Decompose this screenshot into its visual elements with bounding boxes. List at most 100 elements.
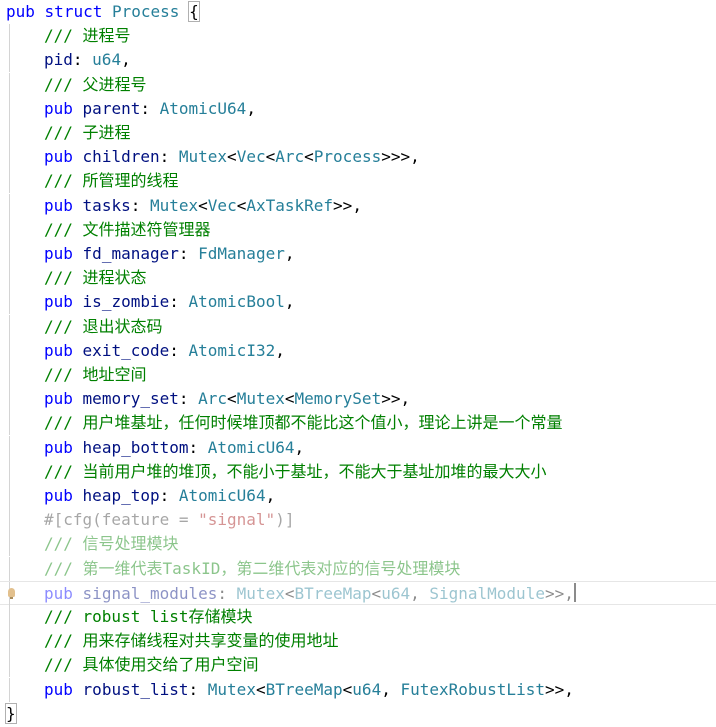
code-token: < (371, 583, 382, 603)
code-token: FdManager (198, 244, 285, 263)
indent-guide (9, 363, 10, 387)
code-token: , (410, 583, 430, 603)
code-line[interactable]: pub struct Process { (0, 0, 716, 24)
indent-guide (9, 387, 10, 412)
indent-guide (9, 508, 10, 533)
indent-guide (9, 411, 10, 436)
code-line[interactable]: pub is_zombie: AtomicBool, (0, 290, 716, 315)
code-line[interactable]: pub children: Mutex<Vec<Arc<Process>>>, (0, 145, 716, 170)
code-token: SignalModule (429, 583, 545, 603)
code-token: : (178, 244, 199, 263)
indent-guide (9, 435, 10, 460)
indent-guide (9, 556, 10, 581)
code-line[interactable]: pub tasks: Mutex<Vec<AxTaskRef>>, (0, 193, 716, 218)
code-token: children (82, 147, 160, 167)
indent-guide (9, 629, 10, 654)
code-line[interactable]: pub memory_set: Arc<Mutex<MemorySet>>, (0, 387, 716, 412)
code-text: } (5, 702, 17, 726)
code-line[interactable]: pid: u64, (0, 48, 716, 73)
code-line[interactable]: pub signal_modules: Mutex<BTreeMap<u64, … (0, 580, 716, 606)
code-text: /// 文件描述符管理器 (44, 218, 211, 242)
code-line[interactable]: #[cfg(feature = "signal")] (0, 508, 716, 533)
code-line[interactable]: /// 第一维代表TaskID，第二维代表对应的信号处理模块 (0, 556, 716, 581)
code-line[interactable]: /// 文件描述符管理器 (0, 217, 716, 242)
code-token: "signal" (198, 510, 276, 530)
code-token: : (217, 583, 237, 603)
code-token: /// 父进程号 (44, 74, 147, 94)
code-token: >>>, (381, 147, 420, 167)
code-line[interactable]: /// 具体使用交给了用户空间 (0, 653, 716, 678)
code-token: < (304, 147, 314, 167)
code-text: pub struct Process { (6, 0, 200, 24)
code-text: /// 地址空间 (44, 363, 147, 387)
code-line[interactable]: pub parent: AtomicU64, (0, 96, 716, 121)
code-token: : (140, 98, 160, 118)
indent-guide (9, 217, 10, 242)
code-text: /// 所管理的线程 (44, 169, 179, 193)
code-text: pub heap_top: AtomicU64, (44, 484, 275, 508)
code-line[interactable]: } (0, 702, 716, 726)
code-token: , (275, 340, 285, 360)
code-token: /// 具体使用交给了用户空间 (44, 655, 259, 675)
indent-guide (9, 484, 10, 508)
code-token: struct (44, 2, 103, 21)
code-token: pub (44, 437, 73, 457)
code-line[interactable]: /// 子进程 (0, 121, 716, 145)
code-line[interactable]: /// robust list存储模块 (0, 605, 716, 629)
code-line[interactable]: /// 进程号 (0, 24, 716, 49)
code-line[interactable]: /// 所管理的线程 (0, 169, 716, 194)
code-line[interactable]: /// 进程状态 (0, 266, 716, 291)
code-line[interactable]: pub fd_manager: FdManager, (0, 242, 716, 266)
code-line[interactable]: pub heap_bottom: AtomicU64, (0, 435, 716, 460)
code-token: { (188, 1, 200, 22)
code-token: BTreeMap (265, 679, 343, 699)
code-text: pub exit_code: AtomicI32, (44, 339, 285, 363)
text-cursor (573, 582, 576, 602)
code-token: /// 当前用户堆的堆顶，不能小于基址，不能大于基址加堆的最大大小 (44, 461, 547, 481)
code-token: } (5, 702, 17, 724)
code-line[interactable]: /// 用户堆基址，任何时候堆顶都不能比这个值小，理论上讲是一个常量 (0, 411, 716, 436)
code-token: Mutex (207, 679, 256, 699)
code-line[interactable]: pub exit_code: AtomicI32, (0, 338, 716, 363)
code-token: Mutex (236, 583, 285, 603)
indent-guide (9, 48, 10, 73)
indent-guide (9, 338, 10, 363)
code-line[interactable]: /// 退出状态码 (0, 314, 716, 339)
code-token: /// robust list存储模块 (44, 607, 253, 626)
code-text: #[cfg(feature = "signal")] (44, 508, 294, 532)
code-text: /// 用户堆基址，任何时候堆顶都不能比这个值小，理论上讲是一个常量 (44, 411, 563, 435)
code-token: /// 进程状态 (44, 268, 147, 288)
code-token: , (246, 98, 256, 118)
code-text: /// 信号处理模块 (44, 532, 179, 556)
code-token: >>, (333, 195, 362, 215)
indent-guide (9, 72, 10, 97)
code-editor[interactable]: pub struct Process {/// 进程号 pid: u64,/// … (0, 0, 716, 727)
indent-guide (9, 24, 10, 49)
indent-guide (9, 290, 10, 315)
code-token: heap_top (82, 486, 160, 505)
code-line[interactable]: pub heap_top: AtomicU64, (0, 484, 716, 508)
code-line[interactable]: /// 父进程号 (0, 72, 716, 97)
code-token: is_zombie (82, 292, 170, 312)
lightbulb-icon[interactable] (8, 587, 15, 599)
code-token: AtomicU64 (159, 98, 247, 118)
code-text: pub signal_modules: Mutex<BTreeMap<u64, … (44, 582, 576, 606)
code-token: /// 文件描述符管理器 (44, 219, 211, 239)
code-token: u64 (92, 50, 122, 70)
code-token: signal_modules (82, 583, 218, 603)
code-line[interactable]: /// 用来存储线程对共享变量的使用地址 (0, 629, 716, 654)
code-line[interactable]: /// 当前用户堆的堆顶，不能小于基址，不能大于基址加堆的最大大小 (0, 459, 716, 484)
code-text: /// robust list存储模块 (44, 605, 253, 629)
code-token: tasks (82, 195, 131, 215)
code-line[interactable]: /// 信号处理模块 (0, 532, 716, 557)
code-token: Vec (207, 195, 237, 215)
code-line[interactable]: pub robust_list: Mutex<BTreeMap<u64, Fut… (0, 677, 716, 702)
code-line[interactable]: /// 地址空间 (0, 363, 716, 387)
code-token: < (255, 679, 266, 699)
code-token: , (381, 679, 401, 699)
